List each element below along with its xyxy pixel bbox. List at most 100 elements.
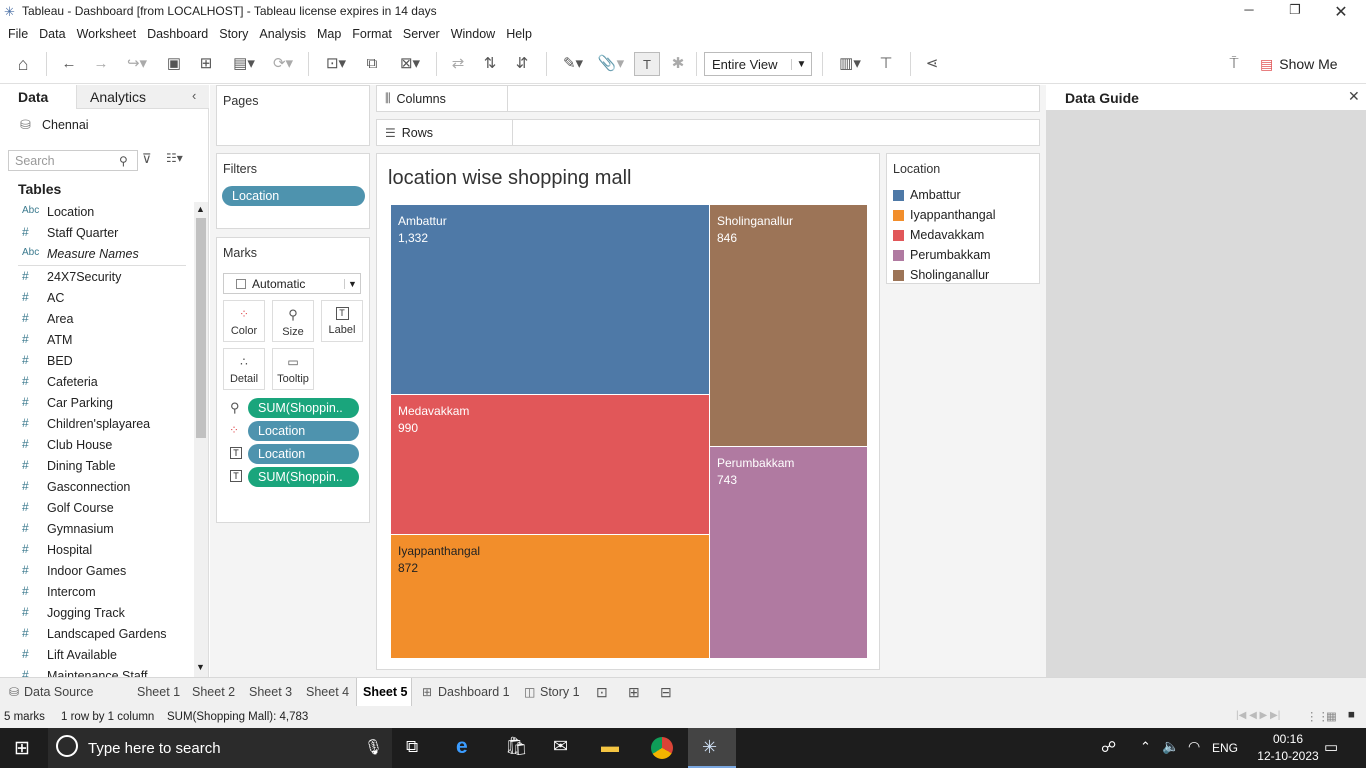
mark-pill-label[interactable]: Location: [248, 444, 359, 464]
tab-dashboard-1[interactable]: Dashboard 1: [438, 678, 510, 707]
field-item[interactable]: # Maintenance Staff: [0, 666, 190, 677]
field-item[interactable]: # Area: [0, 309, 190, 330]
task-view-icon[interactable]: ⧉: [406, 737, 418, 757]
new-worksheet-icon[interactable]: ⊡▾: [318, 52, 354, 76]
clear-sheet-icon[interactable]: ⊠▾: [392, 52, 428, 76]
size-button[interactable]: ⚲ Size: [272, 300, 314, 342]
redo-icon[interactable]: →: [88, 52, 114, 76]
field-item[interactable]: # Dining Table: [0, 456, 190, 477]
field-item[interactable]: Abc Location: [0, 202, 190, 223]
legend-item[interactable]: Sholinganallur: [893, 265, 1035, 285]
collapse-pane-icon[interactable]: ‹: [192, 88, 196, 103]
notifications-icon[interactable]: ▭: [1324, 738, 1338, 756]
tab-sheet-2[interactable]: Sheet 2: [192, 678, 235, 707]
menu-story[interactable]: Story: [219, 27, 248, 41]
swap-icon[interactable]: ⇄: [446, 52, 470, 76]
store-icon[interactable]: 🛍: [505, 736, 528, 757]
page-nav-icon[interactable]: |◀ ◀ ▶ ▶|: [1236, 710, 1280, 721]
tableau-taskbar-button[interactable]: ✳: [688, 728, 736, 768]
field-item[interactable]: # Landscaped Gardens: [0, 624, 190, 645]
field-item[interactable]: # Car Parking: [0, 393, 190, 414]
windows-start-icon[interactable]: ⊞: [14, 737, 30, 760]
tab-sheet-4[interactable]: Sheet 4: [306, 678, 349, 707]
field-item[interactable]: Abc Measure Names: [0, 244, 190, 265]
mail-icon[interactable]: ✉: [553, 736, 568, 757]
share-icon[interactable]: ⋖: [920, 52, 944, 76]
restore-button[interactable]: ❐: [1272, 2, 1318, 22]
scroll-up-icon[interactable]: ▲: [196, 204, 205, 214]
tab-analytics[interactable]: Analytics: [90, 85, 146, 109]
format-painter-icon[interactable]: ⍑: [1222, 52, 1246, 76]
cards-icon[interactable]: ▥▾: [832, 52, 868, 76]
mark-type-dropdown[interactable]: Automatic ▼: [223, 273, 361, 294]
chrome-icon[interactable]: [651, 737, 673, 759]
show-me-button[interactable]: ▤ Show Me: [1260, 52, 1338, 76]
field-item[interactable]: # Hospital: [0, 540, 190, 561]
people-icon[interactable]: ☍: [1101, 738, 1116, 756]
menu-server[interactable]: Server: [403, 27, 440, 41]
field-item[interactable]: # Staff Quarter: [0, 223, 190, 244]
duplicate-icon[interactable]: ⧉: [360, 52, 384, 76]
scroll-down-icon[interactable]: ▼: [196, 662, 205, 672]
save-icon[interactable]: ▣: [162, 52, 186, 76]
tab-data[interactable]: Data: [0, 85, 76, 109]
field-item[interactable]: # BED: [0, 351, 190, 372]
datasource-name[interactable]: Chennai: [42, 118, 89, 132]
tab-data-source[interactable]: Data Source: [24, 678, 93, 707]
color-button[interactable]: ⁘ Color: [223, 300, 265, 342]
minimize-button[interactable]: ─: [1226, 2, 1272, 22]
edge-icon[interactable]: e: [456, 735, 468, 759]
treemap-cell-medavakkam[interactable]: Medavakkam 990: [391, 395, 709, 534]
treemap-cell-perumbakkam[interactable]: Perumbakkam 743: [710, 447, 867, 658]
sort-desc-icon[interactable]: ⇵: [510, 52, 534, 76]
treemap-cell-ambattur[interactable]: Ambattur 1,332: [391, 205, 709, 394]
rows-shelf[interactable]: ☰ Rows: [376, 119, 1040, 146]
menu-map[interactable]: Map: [317, 27, 341, 41]
replay-icon[interactable]: ↪▾: [120, 52, 154, 76]
filmstrip-view-icon[interactable]: ▦: [1326, 709, 1337, 723]
file-explorer-icon[interactable]: ▬: [601, 736, 619, 757]
field-item[interactable]: # AC: [0, 288, 190, 309]
tab-sheet-5[interactable]: Sheet 5: [363, 678, 407, 707]
menu-data[interactable]: Data: [39, 27, 65, 41]
show-labels-icon[interactable]: T: [634, 52, 660, 76]
pause-updates-icon[interactable]: ▤▾: [226, 52, 262, 76]
field-item[interactable]: # Lift Available: [0, 645, 190, 666]
clock-time[interactable]: 00:16: [1263, 732, 1313, 746]
new-story-icon[interactable]: ⊟: [660, 684, 672, 701]
new-datasource-icon[interactable]: ⊞: [194, 52, 218, 76]
label-button[interactable]: T Label: [321, 300, 363, 342]
tab-sheet-3[interactable]: Sheet 3: [249, 678, 292, 707]
columns-shelf[interactable]: ⫼ Columns: [376, 85, 1040, 112]
tab-sheet-1[interactable]: Sheet 1: [137, 678, 180, 707]
tab-view-icon[interactable]: ■: [1348, 709, 1355, 721]
tab-story-1[interactable]: Story 1: [540, 678, 580, 707]
field-item[interactable]: # Gymnasium: [0, 519, 190, 540]
fit-dropdown[interactable]: Entire View ▼: [704, 52, 812, 76]
menu-help[interactable]: Help: [506, 27, 532, 41]
field-item[interactable]: # Golf Course: [0, 498, 190, 519]
search-input[interactable]: Search ⚲: [8, 150, 138, 171]
field-item[interactable]: # Children'splayarea: [0, 414, 190, 435]
treemap-cell-iyappanthangal[interactable]: Iyappanthangal 872: [391, 535, 709, 658]
legend-item[interactable]: Iyappanthangal: [893, 205, 1035, 225]
field-item[interactable]: #24X7Security: [0, 267, 190, 288]
filters-shelf[interactable]: Filters Location: [216, 153, 370, 229]
wifi-icon[interactable]: ◠: [1188, 738, 1200, 755]
undo-icon[interactable]: ←: [56, 52, 82, 76]
taskbar-search[interactable]: Type here to search 🎙: [48, 728, 392, 768]
refresh-icon[interactable]: ⟳▾: [266, 52, 300, 76]
fix-axes-icon[interactable]: ✱: [666, 52, 690, 76]
detail-button[interactable]: ∴ Detail: [223, 348, 265, 390]
field-item[interactable]: # Indoor Games: [0, 561, 190, 582]
close-guide-icon[interactable]: ✕: [1348, 88, 1360, 105]
group-icon[interactable]: 📎▾: [594, 52, 628, 76]
filter-icon[interactable]: ⊽: [142, 151, 152, 167]
close-window-button[interactable]: ✕: [1318, 2, 1364, 22]
field-item[interactable]: # Gasconnection: [0, 477, 190, 498]
menu-format[interactable]: Format: [352, 27, 392, 41]
field-item[interactable]: # Jogging Track: [0, 603, 190, 624]
field-item[interactable]: # Cafeteria: [0, 372, 190, 393]
tooltip-button[interactable]: ▭ Tooltip: [272, 348, 314, 390]
menu-analysis[interactable]: Analysis: [259, 27, 306, 41]
